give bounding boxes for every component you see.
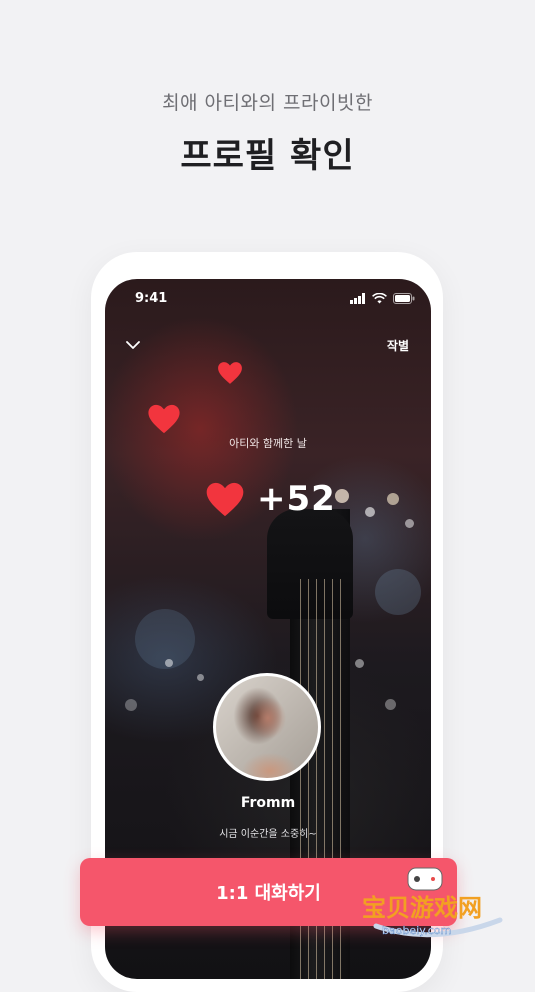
heart-icon xyxy=(206,482,244,516)
status-time: 9:41 xyxy=(135,291,168,306)
bokeh-light xyxy=(355,659,364,668)
bokeh-light xyxy=(375,569,421,615)
days-together-label: 아티와 함께한 날 xyxy=(229,437,307,450)
farewell-button[interactable]: 작별 xyxy=(387,337,409,354)
bokeh-light xyxy=(385,699,396,710)
promo-subtitle: 최애 아티와의 프라이빗한 xyxy=(162,92,373,114)
bokeh-light xyxy=(197,674,204,681)
floating-heart-icon xyxy=(148,404,180,434)
artist-status-message: 시금 이순간을 소중히~ xyxy=(219,829,317,840)
one-to-one-chat-button[interactable]: 1:1 대화하기 xyxy=(80,858,457,926)
bokeh-light xyxy=(335,489,349,503)
promo-title: 프로필 확인 xyxy=(180,136,355,176)
bokeh-light xyxy=(165,659,173,667)
days-together-count: +52 xyxy=(257,479,336,519)
chevron-down-icon[interactable] xyxy=(125,339,141,351)
bokeh-light xyxy=(405,519,414,528)
status-icons xyxy=(350,293,415,304)
bokeh-light xyxy=(365,507,375,517)
avatar[interactable] xyxy=(213,673,321,781)
artist-name: Fromm xyxy=(240,795,296,811)
days-together-count-row: +52 xyxy=(205,479,336,519)
signal-icon xyxy=(350,293,365,304)
wifi-icon xyxy=(372,293,387,304)
battery-icon xyxy=(393,293,415,304)
bokeh-light xyxy=(387,493,399,505)
bokeh-light xyxy=(125,699,137,711)
floating-heart-icon xyxy=(218,362,242,384)
